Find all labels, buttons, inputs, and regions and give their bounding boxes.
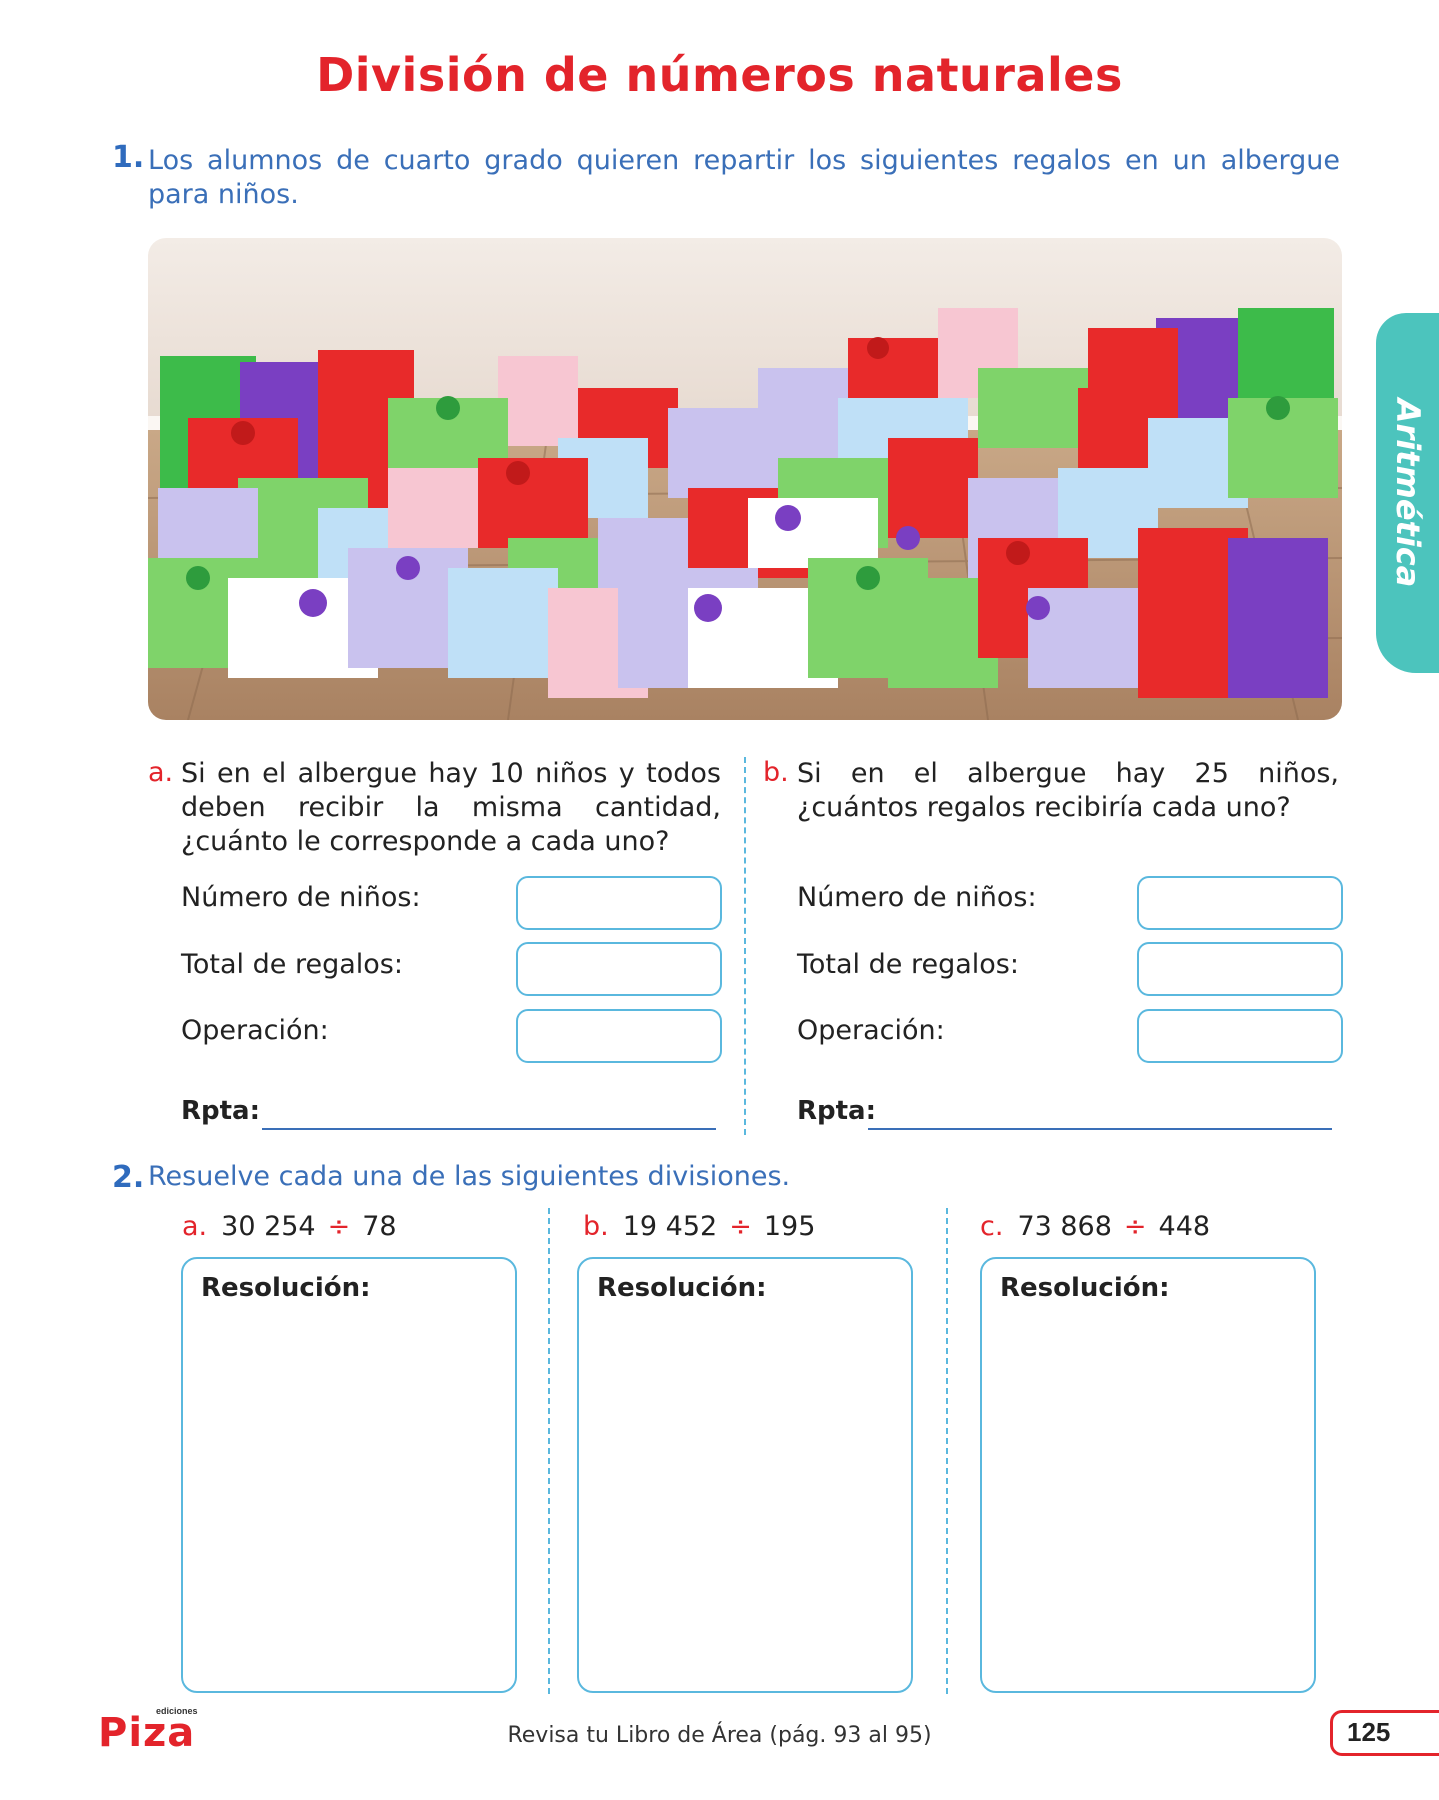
question-2-number: 2. (112, 1160, 145, 1195)
division-b-operator: ÷ (729, 1211, 752, 1242)
q1b-answer-label: Rpta: (797, 1096, 877, 1126)
division-b-divisor: 195 (763, 1211, 816, 1242)
q1a-operation-input[interactable] (516, 1009, 722, 1063)
section-tab: Aritmética (1376, 313, 1439, 673)
question-1-number: 1. (112, 140, 145, 175)
division-b: b. 19 452 ÷ 195 (583, 1211, 815, 1242)
division-b-letter: b. (583, 1211, 609, 1242)
division-a-divisor: 78 (362, 1211, 397, 1242)
page-number-badge: 125 (1330, 1710, 1439, 1756)
resolution-box-a[interactable]: Resolución: (181, 1257, 517, 1693)
resolution-label-c: Resolución: (1000, 1273, 1170, 1303)
footer-note: Revisa tu Libro de Área (pág. 93 al 95) (507, 1723, 932, 1748)
division-c-dividend: 73 868 (1017, 1211, 1112, 1242)
gifts-photo (148, 238, 1342, 720)
division-c-operator: ÷ (1123, 1211, 1147, 1242)
division-a-dividend: 30 254 (221, 1211, 316, 1242)
divider-ab (548, 1208, 550, 1694)
q1a-letter: a. (148, 757, 174, 788)
q1a-answer-line[interactable] (262, 1128, 716, 1130)
division-c-letter: c. (980, 1211, 1004, 1242)
page-title: División de números naturales (316, 48, 1123, 102)
division-c: c. 73 868 ÷ 448 (980, 1211, 1210, 1242)
gifts-illustration (148, 238, 1342, 720)
q1a-label-gifts: Total de regalos: (181, 949, 403, 980)
division-c-divisor: 448 (1158, 1211, 1211, 1242)
page-number: 125 (1347, 1717, 1391, 1747)
question-2-text: Resuelve cada una de las siguientes divi… (148, 1161, 791, 1192)
division-a-operator: ÷ (327, 1211, 351, 1242)
q1a-children-input[interactable] (516, 876, 722, 930)
q1a-label-children: Número de niños: (181, 882, 421, 913)
q1b-gifts-input[interactable] (1137, 942, 1343, 996)
resolution-label-b: Resolución: (597, 1273, 767, 1303)
column-divider (744, 757, 746, 1135)
q1b-children-input[interactable] (1137, 876, 1343, 930)
q1a-answer-label: Rpta: (181, 1096, 261, 1126)
section-tab-label: Aritmética (1388, 398, 1427, 588)
resolution-box-b[interactable]: Resolución: (577, 1257, 913, 1693)
q1b-label-gifts: Total de regalos: (797, 949, 1019, 980)
division-a-letter: a. (182, 1211, 208, 1242)
q1a-gifts-input[interactable] (516, 942, 722, 996)
q1a-question: Si en el albergue hay 10 niños y todos d… (181, 758, 721, 857)
q1b-operation-input[interactable] (1137, 1009, 1343, 1063)
q1b-letter: b. (763, 757, 789, 788)
q1a-label-operation: Operación: (181, 1015, 329, 1046)
q1b-label-children: Número de niños: (797, 882, 1037, 913)
question-1-text: Los alumnos de cuarto grado quieren repa… (148, 145, 1340, 210)
q1b-label-operation: Operación: (797, 1015, 945, 1046)
division-a: a. 30 254 ÷ 78 (182, 1211, 397, 1242)
resolution-label-a: Resolución: (201, 1273, 371, 1303)
q1b-answer-line[interactable] (868, 1128, 1332, 1130)
q1b-question: Si en el albergue hay 25 niños, ¿cuántos… (797, 758, 1339, 823)
division-b-dividend: 19 452 (622, 1211, 718, 1242)
resolution-box-c[interactable]: Resolución: (980, 1257, 1316, 1693)
divider-bc (946, 1208, 948, 1694)
